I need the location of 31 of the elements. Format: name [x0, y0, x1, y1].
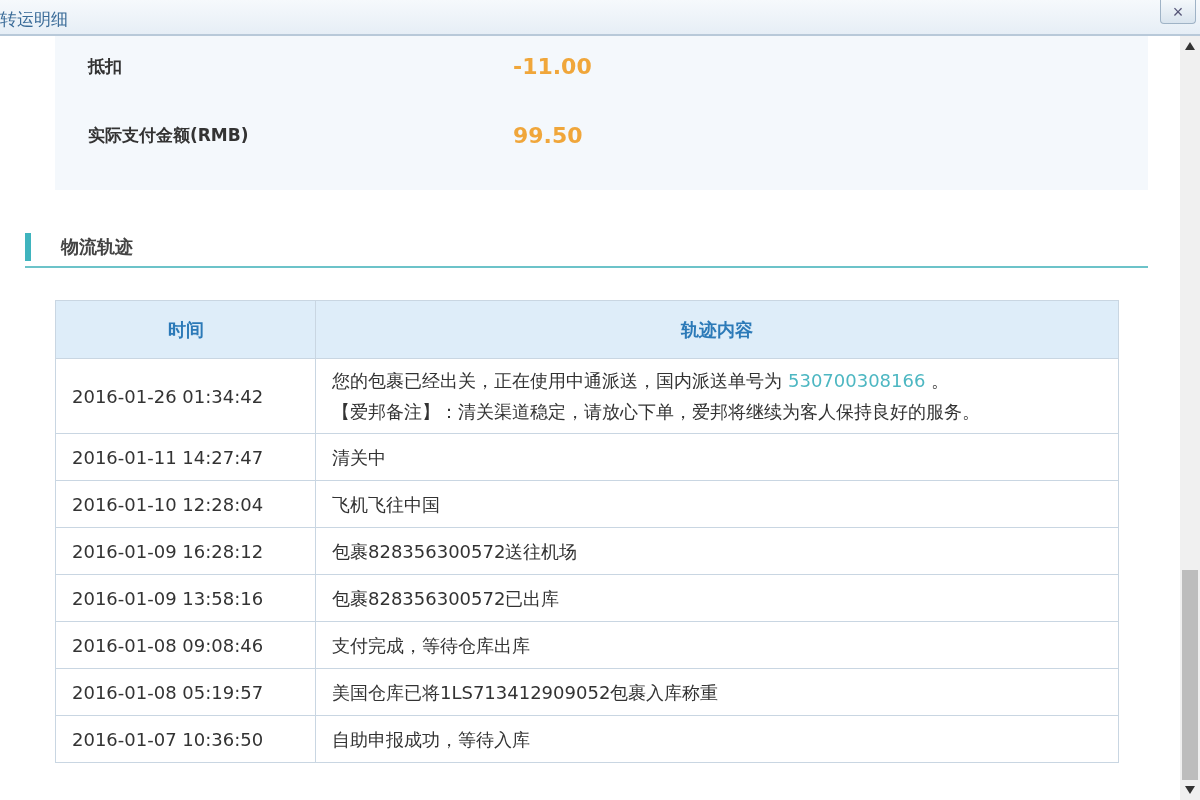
- time-cell: 2016-01-08 05:19:57: [55, 668, 316, 716]
- remark-text: 【爱邦备注】：清关渠道稳定，请放心下单，爱邦将继续为客人保持良好的服务。: [332, 400, 981, 424]
- section-title: 物流轨迹: [61, 235, 133, 259]
- scroll-thumb[interactable]: [1182, 570, 1198, 780]
- track-description: 自助申报成功，等待入库: [315, 715, 1119, 763]
- track-description: 支付完成，等待仓库出库: [315, 621, 1119, 669]
- column-header: 时间: [55, 300, 316, 359]
- scroll-down-icon[interactable]: [1185, 786, 1195, 794]
- time-cell: 2016-01-10 12:28:04: [55, 480, 316, 528]
- scrollbar[interactable]: [1180, 36, 1200, 800]
- summary-label: 抵扣: [88, 55, 123, 78]
- summary-amount: 99.50: [513, 123, 583, 148]
- time-cell: 2016-01-07 10:36:50: [55, 715, 316, 763]
- track-description: 包裹828356300572已出库: [315, 574, 1119, 622]
- summary-amount: -11.00: [513, 54, 592, 79]
- time-cell: 2016-01-09 13:58:16: [55, 574, 316, 622]
- scroll-up-icon[interactable]: [1185, 42, 1195, 50]
- section-marker: [25, 233, 31, 261]
- track-description: 清关中: [315, 433, 1119, 481]
- track-description: 飞机飞往中国: [315, 480, 1119, 528]
- track-description: 包裹828356300572送往机场: [315, 527, 1119, 575]
- time-cell: 2016-01-26 01:34:42: [55, 358, 316, 434]
- window-title: 转运明细: [0, 8, 68, 31]
- time-cell: 2016-01-11 14:27:47: [55, 433, 316, 481]
- time-cell: 2016-01-08 09:08:46: [55, 621, 316, 669]
- close-button[interactable]: ×: [1160, 0, 1196, 24]
- column-header: 轨迹内容: [315, 300, 1119, 359]
- track-description: 您的包裹已经出关，正在使用中通派送，国内派送单号为 530700308166 。: [332, 369, 951, 393]
- summary-label: 实际支付金额(RMB): [88, 124, 250, 147]
- track-description: 美国仓库已将1LS713412909052包裹入库称重: [315, 668, 1119, 716]
- time-cell: 2016-01-09 16:28:12: [55, 527, 316, 575]
